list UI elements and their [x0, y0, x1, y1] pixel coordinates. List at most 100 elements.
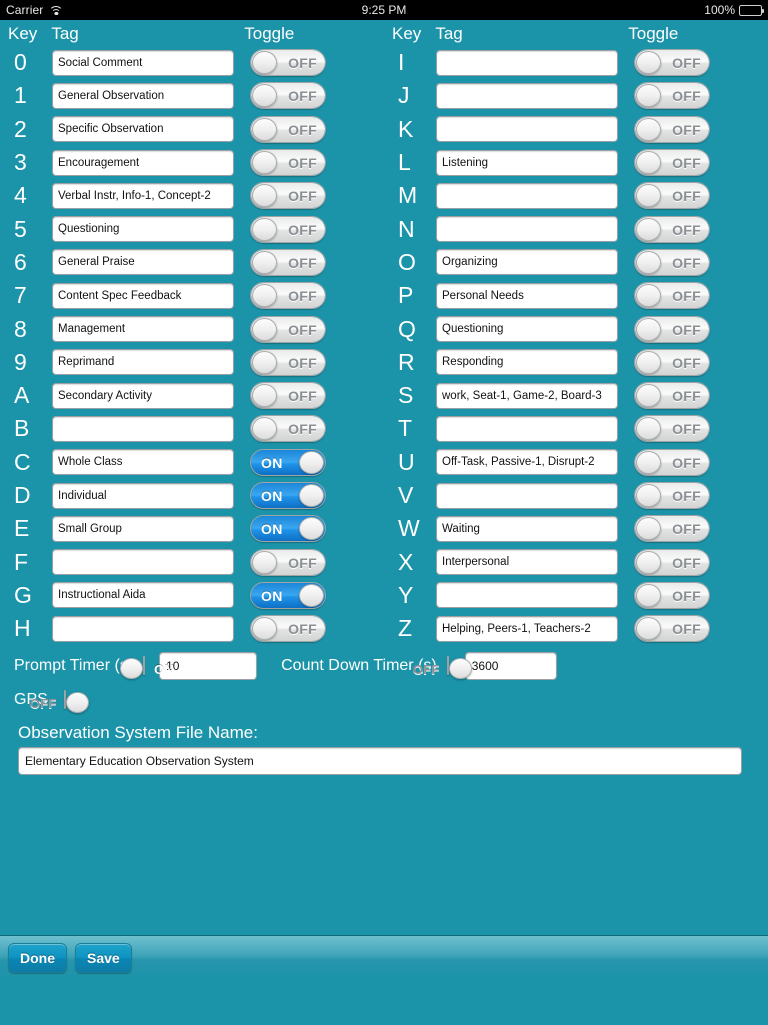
tag-toggle-switch[interactable]: OFF — [634, 515, 710, 543]
toggle-knob[interactable] — [299, 583, 324, 607]
gps-toggle[interactable]: OFF — [30, 690, 89, 714]
tag-toggle-switch[interactable]: OFF — [250, 82, 326, 110]
prompt-timer-switch[interactable]: ON — [120, 656, 174, 680]
tag-toggle-switch[interactable]: OFF — [250, 215, 326, 243]
tag-toggle-switch[interactable]: OFF — [634, 282, 710, 310]
save-button[interactable]: Save — [75, 943, 132, 973]
tag-input[interactable]: Waiting — [436, 515, 618, 542]
tag-input[interactable]: Management — [52, 316, 234, 343]
tag-input[interactable]: Secondary Activity — [52, 382, 234, 409]
tag-input[interactable] — [52, 415, 234, 442]
tag-toggle-switch[interactable]: ON — [250, 581, 326, 609]
tag-input[interactable]: Interpersonal — [436, 549, 618, 576]
toggle-knob[interactable] — [252, 117, 277, 141]
tag-toggle-switch[interactable]: OFF — [634, 49, 710, 77]
tag-input[interactable]: Content Spec Feedback — [52, 282, 234, 309]
tag-input[interactable]: Off-Task, Passive-1, Disrupt-2 — [436, 449, 618, 476]
tag-input[interactable] — [52, 549, 234, 576]
tag-input[interactable]: Reprimand — [52, 349, 234, 376]
tag-toggle-switch[interactable]: OFF — [634, 581, 710, 609]
toggle-knob[interactable] — [636, 151, 661, 175]
toggle-knob[interactable] — [252, 350, 277, 374]
toggle-knob[interactable] — [636, 583, 661, 607]
tag-input[interactable] — [436, 82, 618, 109]
tag-input[interactable]: General Observation — [52, 82, 234, 109]
tag-input[interactable]: work, Seat-1, Game-2, Board-3 — [436, 382, 618, 409]
tag-input[interactable]: Verbal Instr, Info-1, Concept-2 — [52, 182, 234, 209]
tag-toggle-switch[interactable]: OFF — [634, 482, 710, 509]
tag-toggle-switch[interactable]: OFF — [634, 149, 710, 177]
tag-input[interactable]: Instructional Aida — [52, 582, 234, 609]
tag-input[interactable]: Questioning — [52, 216, 234, 243]
tag-toggle-switch[interactable]: OFF — [634, 115, 710, 143]
tag-input[interactable] — [436, 582, 618, 609]
toggle-knob[interactable] — [636, 317, 661, 341]
toggle-knob[interactable] — [636, 384, 661, 408]
toggle-knob[interactable] — [636, 117, 661, 141]
tag-toggle-switch[interactable]: OFF — [634, 415, 710, 443]
toggle-knob[interactable] — [252, 317, 277, 341]
prompt-timer-toggle[interactable]: ON — [120, 656, 174, 680]
tag-toggle-switch[interactable]: ON — [250, 482, 326, 509]
tag-toggle-switch[interactable]: OFF — [250, 282, 326, 310]
tag-input[interactable] — [436, 216, 618, 243]
tag-toggle-switch[interactable]: OFF — [634, 548, 710, 576]
tag-toggle-switch[interactable]: OFF — [250, 182, 326, 210]
tag-input[interactable] — [52, 615, 234, 642]
toggle-knob[interactable] — [636, 51, 661, 75]
tag-input[interactable]: Small Group — [52, 515, 234, 542]
tag-input[interactable]: Whole Class — [52, 449, 234, 476]
toggle-knob[interactable] — [252, 250, 277, 274]
count-down-timer-toggle[interactable]: OFF — [413, 656, 472, 680]
file-name-input[interactable]: Elementary Education Observation System — [18, 747, 742, 776]
toggle-knob[interactable] — [636, 350, 661, 374]
toggle-knob[interactable] — [636, 484, 661, 507]
tag-input[interactable] — [436, 482, 618, 509]
tag-toggle-switch[interactable]: OFF — [634, 315, 710, 343]
tag-toggle-switch[interactable]: OFF — [250, 49, 326, 77]
tag-input[interactable] — [436, 415, 618, 442]
tag-input[interactable]: Social Comment — [52, 49, 234, 76]
tag-input[interactable]: Helping, Peers-1, Teachers-2 — [436, 615, 618, 642]
tag-toggle-switch[interactable]: OFF — [250, 415, 326, 443]
tag-toggle-switch[interactable]: OFF — [634, 182, 710, 210]
tag-toggle-switch[interactable]: ON — [250, 448, 326, 476]
tag-toggle-switch[interactable]: OFF — [634, 215, 710, 243]
tag-toggle-switch[interactable]: OFF — [250, 149, 326, 177]
tag-toggle-switch[interactable]: OFF — [250, 348, 326, 376]
tag-toggle-switch[interactable]: ON — [250, 515, 326, 543]
tag-input[interactable]: Encouragement — [52, 149, 234, 176]
tag-toggle-switch[interactable]: OFF — [250, 615, 326, 643]
count-down-timer-input[interactable]: 3600 — [464, 652, 557, 681]
toggle-knob[interactable] — [299, 450, 324, 474]
tag-input[interactable]: Responding — [436, 349, 618, 376]
tag-input[interactable]: General Praise — [52, 249, 234, 276]
tag-toggle-switch[interactable]: OFF — [634, 82, 710, 110]
tag-input[interactable] — [436, 182, 618, 209]
toggle-knob[interactable] — [636, 550, 661, 574]
tag-toggle-switch[interactable]: OFF — [634, 382, 710, 410]
toggle-knob[interactable] — [636, 450, 661, 474]
toggle-knob[interactable] — [252, 217, 277, 241]
tag-input[interactable] — [436, 49, 618, 76]
tag-toggle-switch[interactable]: OFF — [250, 115, 326, 143]
done-button[interactable]: Done — [8, 943, 67, 973]
toggle-knob[interactable] — [636, 217, 661, 241]
toggle-knob[interactable] — [252, 550, 277, 574]
tag-input[interactable]: Organizing — [436, 249, 618, 276]
toggle-knob[interactable] — [252, 384, 277, 408]
tag-toggle-switch[interactable]: OFF — [250, 248, 326, 276]
toggle-knob[interactable] — [299, 484, 324, 507]
tag-toggle-switch[interactable]: OFF — [250, 315, 326, 343]
tag-toggle-switch[interactable]: OFF — [634, 348, 710, 376]
toggle-knob[interactable] — [252, 151, 277, 175]
tag-toggle-switch[interactable]: OFF — [250, 548, 326, 576]
toggle-knob[interactable] — [252, 51, 277, 75]
tag-toggle-switch[interactable]: OFF — [250, 382, 326, 410]
count-down-timer-switch[interactable]: OFF — [413, 656, 472, 680]
tag-input[interactable]: Personal Needs — [436, 282, 618, 309]
tag-input[interactable] — [436, 116, 618, 143]
tag-toggle-switch[interactable]: OFF — [634, 448, 710, 476]
tag-input[interactable]: Questioning — [436, 316, 618, 343]
tag-toggle-switch[interactable]: OFF — [634, 615, 710, 643]
